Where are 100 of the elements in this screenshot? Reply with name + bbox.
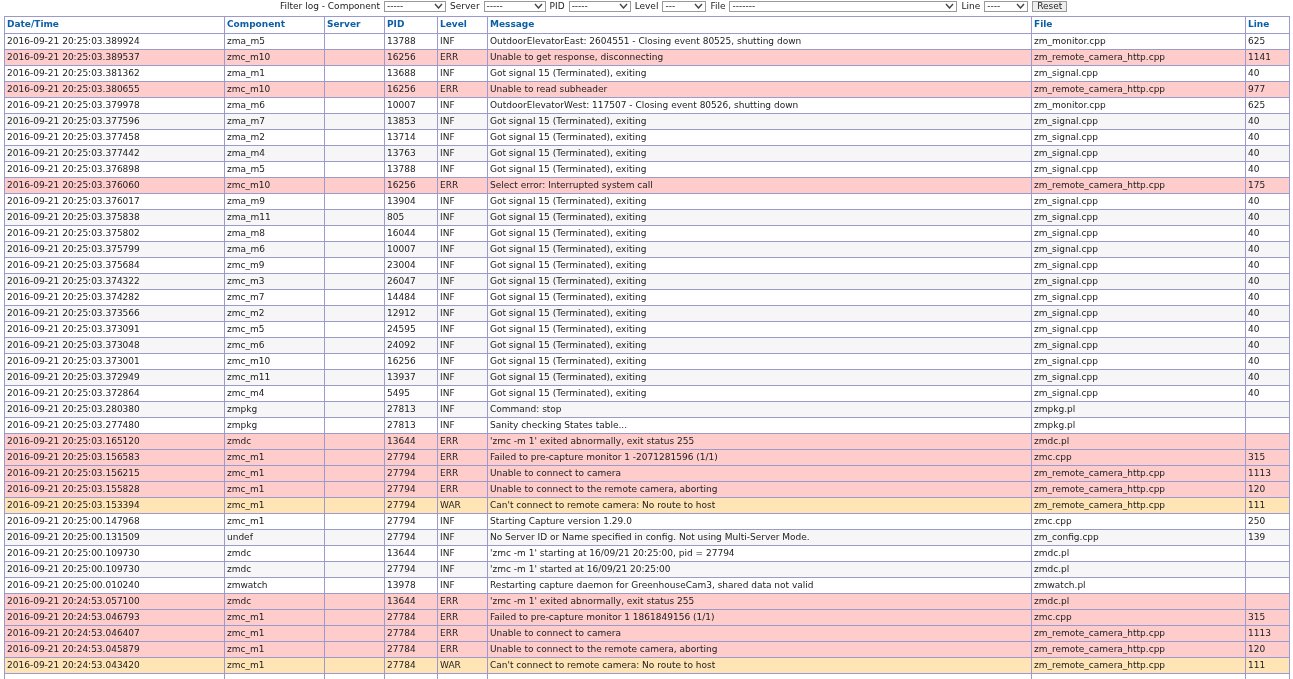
file-cell-text: zmdc.pl (1034, 594, 1070, 608)
log-row[interactable]: 2016-09-21 20:25:03.377442 zma_m4 13763 INF Got signal 15 (Terminated), exiting zm_signal.cpp 40 (5, 146, 1290, 162)
filter-select[interactable]: ----- (483, 0, 546, 12)
log-row[interactable]: 2016-09-21 20:25:00.147968 zmc_m1 27794 INF Starting Capture version 1.29.0 zmc.cpp 250 (5, 514, 1290, 530)
filter-select[interactable]: ------- (729, 0, 958, 12)
pid-cell-text: 27813 (387, 418, 416, 432)
filter-select[interactable]: ---- (984, 0, 1029, 12)
log-row[interactable]: 2016-09-21 20:25:03.389924 zma_m5 13788 INF OutdoorElevatorEast: 2604551 - Closing event 80525, shutting down zm_monitor.cpp 625 (5, 34, 1290, 50)
pid-cell-text: 13644 (387, 546, 416, 560)
component-cell-text: zmc_m4 (227, 386, 265, 400)
log-row[interactable]: 2016-09-21 20:25:03.373091 zmc_m5 24595 INF Got signal 15 (Terminated), exiting zm_signal.cpp 40 (5, 322, 1290, 338)
date-time-cell-text: 2016-09-21 20:25:00.010240 (7, 578, 140, 592)
log-row[interactable]: 2016-09-21 20:25:03.280380 zmpkg 27813 INF Command: stop zmpkg.pl (5, 402, 1290, 418)
log-row[interactable]: 2016-09-21 20:25:03.372949 zmc_m11 13937 INF Got signal 15 (Terminated), exiting zm_signal.cpp 40 (5, 370, 1290, 386)
log-row[interactable]: 2016-09-21 20:25:03.373048 zmc_m6 24092 INF Got signal 15 (Terminated), exiting zm_signal.cpp 40 (5, 338, 1290, 354)
level-cell-text: INF (440, 530, 455, 544)
log-row[interactable]: 2016-09-21 20:25:00.109730 zmdc 13644 INF 'zmc -m 1' starting at 16/09/21 20:25:00, pid = 27794 zmdc.pl (5, 546, 1290, 562)
level-cell-text: INF (440, 66, 455, 80)
log-row[interactable]: 2016-09-21 20:25:03.377596 zma_m7 13853 INF Got signal 15 (Terminated), exiting zm_signal.cpp 40 (5, 114, 1290, 130)
log-row[interactable]: 2016-09-21 20:25:03.153394 zmc_m1 27794 WAR Can't connect to remote camera: No route to host zm_remote_camera_http.cpp 111 (5, 498, 1290, 514)
message-cell-text: Got signal 15 (Terminated), exiting (490, 306, 647, 320)
log-row[interactable]: 2016-09-21 20:25:03.381362 zma_m1 13688 INF Got signal 15 (Terminated), exiting zm_signal.cpp 40 (5, 66, 1290, 82)
log-row[interactable]: 2016-09-21 20:25:03.380655 zmc_m10 16256 ERR Unable to read subheader zm_remote_camera_http.cpp 977 (5, 82, 1290, 98)
message-cell-text: Got signal 15 (Terminated), exiting (490, 338, 647, 352)
log-row[interactable]: 2016-09-21 20:25:03.376898 zma_m5 13788 INF Got signal 15 (Terminated), exiting zm_signal.cpp 40 (5, 162, 1290, 178)
log-row[interactable]: 2016-09-21 20:25:00.010240 zmwatch 13978 INF Restarting capture daemon for GreenhouseCam3, shared data not valid zmwatch.pl (5, 578, 1290, 594)
pid-cell-text: 24092 (387, 338, 416, 352)
log-row[interactable]: 2016-09-21 20:24:53.045879 zmc_m1 27784 ERR Unable to connect to the remote camera, aborting zm_remote_camera_http.cpp 120 (5, 642, 1290, 658)
message-cell-text: Got signal 15 (Terminated), exiting (490, 354, 647, 368)
pid-cell-text: 27794 (387, 562, 416, 576)
log-row[interactable]: 2016-09-21 20:25:03.379978 zma_m6 10007 INF OutdoorElevatorWest: 117507 - Closing event 80526, shutting down zm_monitor.cpp 625 (5, 98, 1290, 114)
log-row[interactable]: 2016-09-21 20:25:03.375684 zmc_m9 23004 INF Got signal 15 (Terminated), exiting zm_signal.cpp 40 (5, 258, 1290, 274)
log-row[interactable]: 2016-09-21 20:25:03.156215 zmc_m1 27794 ERR Unable to connect to camera zm_remote_camera_http.cpp 1113 (5, 466, 1290, 482)
file-cell-text: zm_signal.cpp (1034, 338, 1098, 352)
component-cell-text: zma_m1 (227, 66, 265, 80)
log-row[interactable]: 2016-09-21 20:24:53.046407 zmc_m1 27784 ERR Unable to connect to camera zm_remote_camera_http.cpp 1113 (5, 626, 1290, 642)
level-cell-text: INF (440, 370, 455, 384)
message-cell-text: Unable to get response, disconnecting (490, 50, 664, 64)
pid-cell-text: 27794 (387, 498, 416, 512)
filter-select[interactable]: ----- (568, 0, 631, 12)
log-row[interactable]: 2016-09-21 20:25:03.374282 zmc_m7 14484 INF Got signal 15 (Terminated), exiting zm_signal.cpp 40 (5, 290, 1290, 306)
message-cell-text: Select error: Interrupted system call (490, 178, 653, 192)
level-cell-text: INF (440, 98, 455, 112)
pid-cell-text: 13714 (387, 130, 416, 144)
log-row[interactable]: 2016-09-21 20:25:03.373001 zmc_m10 16256 INF Got signal 15 (Terminated), exiting zm_signal.cpp 40 (5, 354, 1290, 370)
file-cell-text: zm_monitor.cpp (1034, 34, 1106, 48)
date-time-cell-text: 2016-09-21 20:24:53.043420 (7, 658, 140, 672)
log-row[interactable]: 2016-09-21 20:25:03.375838 zma_m11 805 INF Got signal 15 (Terminated), exiting zm_signal.cpp 40 (5, 210, 1290, 226)
log-row[interactable]: 2016-09-21 20:25:03.389537 zmc_m10 16256 ERR Unable to get response, disconnecting zm_remote_camera_http.cpp 1141 (5, 50, 1290, 66)
component-cell-text: zma_m8 (227, 226, 265, 240)
log-row[interactable]: 2016-09-21 20:25:03.376017 zma_m9 13904 INF Got signal 15 (Terminated), exiting zm_signal.cpp 40 (5, 194, 1290, 210)
file-cell-text: zmc.cpp (1034, 514, 1072, 528)
message-cell-text: 'zmc -m 1' starting at 16/09/21 20:25:00, pid = 27794 (490, 546, 735, 560)
pid-cell-text: 13904 (387, 194, 416, 208)
log-row[interactable]: 2016-09-21 20:25:03.375802 zma_m8 16044 INF Got signal 15 (Terminated), exiting zm_signal.cpp 40 (5, 226, 1290, 242)
message-cell-text: Restarting capture daemon for GreenhouseCam3, shared data not valid (490, 578, 814, 592)
log-row[interactable]: 2016-09-21 20:25:03.375799 zma_m6 10007 INF Got signal 15 (Terminated), exiting zm_signal.cpp 40 (5, 242, 1290, 258)
pid-cell-text: 16256 (387, 178, 416, 192)
level-cell-text: WAR (440, 658, 461, 672)
log-row[interactable]: 2016-09-21 20:25:03.377458 zma_m2 13714 INF Got signal 15 (Terminated), exiting zm_signal.cpp 40 (5, 130, 1290, 146)
component-cell-text: zmdc (227, 434, 252, 448)
caret-icon (434, 3, 444, 9)
level-cell-text: INF (440, 402, 455, 416)
log-row[interactable]: 2016-09-21 20:25:03.155828 zmc_m1 27794 ERR Unable to connect to the remote camera, aborting zm_remote_camera_http.cpp 120 (5, 482, 1290, 498)
log-row[interactable]: 2016-09-21 20:24:53.043420 zmc_m1 27784 WAR Can't connect to remote camera: No route to host zm_remote_camera_http.cpp 111 (5, 658, 1290, 674)
file-cell-text: zm_signal.cpp (1034, 274, 1098, 288)
component-cell-text: undef (227, 530, 253, 544)
log-row[interactable]: 2016-09-21 20:25:00.131509 undef 27794 INF No Server ID or Name specified in config. Not using Multi-Server Mode. zm_config.cpp 139 (5, 530, 1290, 546)
filter-select[interactable]: ----- (384, 0, 447, 12)
log-row[interactable]: 2016-09-21 20:25:03.156583 zmc_m1 27794 ERR Failed to pre-capture monitor 1 -2071281596 (1/1) zmc.cpp 315 (5, 450, 1290, 466)
level-cell-text: INF (440, 578, 455, 592)
log-row[interactable]: 2016-09-21 20:25:03.373566 zmc_m2 12912 INF Got signal 15 (Terminated), exiting zm_signal.cpp 40 (5, 306, 1290, 322)
date-time-cell-text: 2016-09-21 20:25:03.377596 (7, 114, 140, 128)
log-row[interactable]: 2016-09-21 20:25:03.374322 zmc_m3 26047 INF Got signal 15 (Terminated), exiting zm_signal.cpp 40 (5, 274, 1290, 290)
log-row[interactable]: 2016-09-21 20:25:03.165120 zmdc 13644 ERR 'zmc -m 1' exited abnormally, exit status 255 zmdc.pl (5, 434, 1290, 450)
file-cell-text: zm_remote_camera_http.cpp (1034, 658, 1166, 672)
date-time-cell-text: 2016-09-21 20:25:03.380655 (7, 82, 140, 96)
component-cell-text: zma_m6 (227, 98, 265, 112)
date-time-cell-text: 2016-09-21 20:25:03.373566 (7, 306, 140, 320)
file-cell-text: zmwatch.pl (1034, 578, 1086, 592)
filter-select[interactable]: --- (662, 0, 707, 12)
log-row[interactable]: 2016-09-21 20:25:03.376060 zmc_m10 16256 ERR Select error: Interrupted system call zm_remote_camera_http.cpp 175 (5, 178, 1290, 194)
level-cell-text: INF (440, 338, 455, 352)
message-cell-text: 'zmc -m 1' started at 16/09/21 20:25:00 (490, 562, 671, 576)
message-cell-text: Got signal 15 (Terminated), exiting (490, 322, 647, 336)
log-row[interactable]: 2016-09-21 20:24:53.046793 zmc_m1 27784 ERR Failed to pre-capture monitor 1 1861849156 (1/1) zmc.cpp 315 (5, 610, 1290, 626)
pid-cell-text: 16044 (387, 226, 416, 240)
log-row[interactable]: 2016-09-21 20:25:03.372864 zmc_m4 5495 INF Got signal 15 (Terminated), exiting zm_signal.cpp 40 (5, 386, 1290, 402)
log-row[interactable]: 2016-09-21 20:25:00.109730 zmdc 27794 INF 'zmc -m 1' started at 16/09/21 20:25:00 zmdc.pl (5, 562, 1290, 578)
file-cell-text: zm_remote_camera_http.cpp (1034, 642, 1166, 656)
date-time-cell-text: 2016-09-21 20:25:03.377458 (7, 130, 140, 144)
log-row[interactable]: 2016-09-21 20:25:03.277480 zmpkg 27813 INF Sanity checking States table... zmpkg.pl (5, 418, 1290, 434)
date-time-cell-text: 2016-09-21 20:25:03.389924 (7, 34, 140, 48)
message-cell-text: 'zmc -m 1' exited abnormally, exit status 255 (490, 594, 695, 608)
reset-button[interactable]: Reset (1032, 0, 1068, 12)
pid-cell-text: 24595 (387, 322, 416, 336)
level-cell-text: INF (440, 322, 455, 336)
date-time-cell-text: 2016-09-21 20:25:03.374322 (7, 274, 140, 288)
log-row[interactable]: 2016-09-21 20:24:53.057100 zmdc 13644 ERR 'zmc -m 1' exited abnormally, exit status 255 zmdc.pl (5, 594, 1290, 610)
pid-cell-text: 27794 (387, 530, 416, 544)
